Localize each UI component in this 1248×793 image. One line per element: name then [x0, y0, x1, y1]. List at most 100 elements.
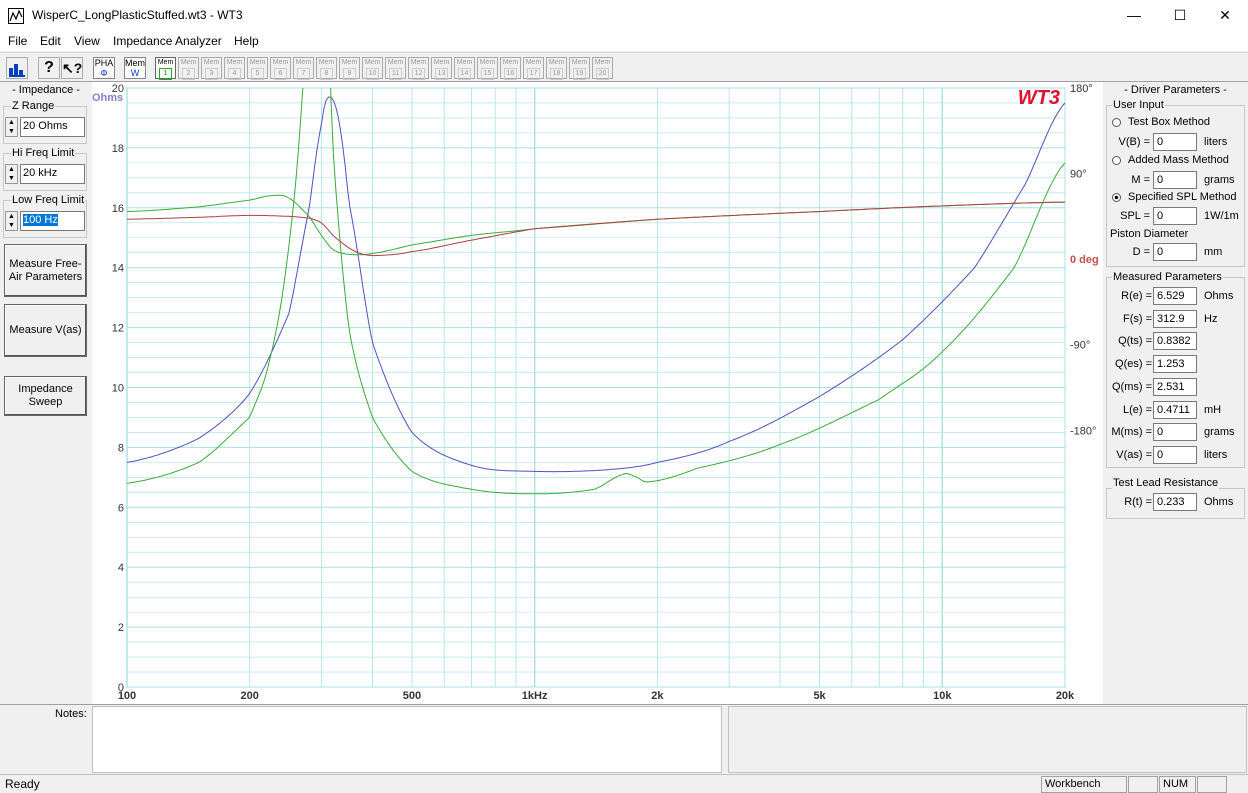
mem-button-19[interactable]: Mem 19 [569, 57, 590, 80]
measured-unit: liters [1204, 448, 1228, 461]
x-tick-label: 100 [118, 690, 136, 702]
measure-free-air-button[interactable]: Measure Free-Air Parameters [4, 244, 87, 297]
measure-vas-button[interactable]: Measure V(as) [4, 304, 87, 357]
d-unit: mm [1204, 246, 1223, 258]
wt3-brand-logo: WT3 [1018, 87, 1060, 109]
low-freq-value: 100 Hz [23, 214, 58, 226]
measured-title: Measured Parameters [1112, 271, 1223, 283]
impedance-panel: - Impedance - Z Range ▲ ▼ 20 Ohms Hi Freq… [0, 82, 92, 704]
mem-number: 8 [320, 68, 333, 80]
mem-w-button[interactable]: Mem W [124, 57, 146, 79]
mem-button-18[interactable]: Mem 18 [546, 57, 567, 80]
mem-button-5[interactable]: Mem 5 [247, 57, 268, 80]
menu-bar: File Edit View Impedance Analyzer Help [0, 31, 1248, 51]
notes-label: Notes: [55, 708, 87, 720]
test-box-radio[interactable] [1112, 118, 1121, 127]
close-button[interactable]: ✕ [1202, 0, 1248, 31]
mem-label: Mem [364, 59, 381, 66]
mem-button-17[interactable]: Mem 17 [523, 57, 544, 80]
mem-number: 19 [573, 68, 586, 80]
mem-button-15[interactable]: Mem 15 [477, 57, 498, 80]
mem-button-10[interactable]: Mem 10 [362, 57, 383, 80]
mem-number: 5 [251, 68, 264, 80]
measured-value[interactable]: 0.4711 [1153, 400, 1197, 419]
mem-button-13[interactable]: Mem 13 [431, 57, 452, 80]
measured-value[interactable]: 2.531 [1153, 377, 1197, 396]
low-freq-label: Low Freq Limit [11, 194, 86, 206]
mem-label: Mem [341, 59, 358, 66]
mem-button-6[interactable]: Mem 6 [270, 57, 291, 80]
mem-button-4[interactable]: Mem 4 [224, 57, 245, 80]
measured-value[interactable]: 6.529 [1153, 287, 1197, 305]
chart-svg: 02468101214161820100 200 500 1kHz 2k 5k 10k 20k… [92, 83, 1099, 702]
mem-button-12[interactable]: Mem 12 [408, 57, 429, 80]
mem-button-8[interactable]: Mem 8 [316, 57, 337, 80]
mem-button-2[interactable]: Mem 2 [178, 57, 199, 80]
mem-number: 14 [458, 68, 471, 80]
bar-chart-icon [9, 64, 25, 77]
chart-icon-button[interactable] [6, 57, 28, 79]
spl-label: SPL = [1120, 210, 1150, 222]
pha-button[interactable]: PHA Φ [93, 57, 115, 79]
mem-button-7[interactable]: Mem 7 [293, 57, 314, 80]
mem-button-3[interactable]: Mem 3 [201, 57, 222, 80]
context-help-icon-button[interactable]: ↖? [61, 57, 83, 79]
vb-field[interactable]: 0 [1153, 133, 1197, 151]
mem-button-14[interactable]: Mem 14 [454, 57, 475, 80]
mem-label: Mem [249, 59, 266, 66]
piston-diameter-label: Piston Diameter [1110, 228, 1189, 240]
mem-label: Mem [157, 59, 174, 66]
measured-value[interactable]: 0 [1153, 445, 1197, 464]
measured-value[interactable]: 0 [1153, 423, 1197, 442]
notes-textarea[interactable] [92, 706, 722, 773]
low-freq-field[interactable]: 100 Hz [20, 211, 85, 231]
measured-label: V(as) = [1116, 448, 1152, 461]
spl-field[interactable]: 0 [1153, 207, 1197, 225]
impedance-chart[interactable]: 0 2 4 6 8 10 12 14 16 18 20 100 200 500 1kHz 2k 5k 10k 20k… [92, 82, 1103, 704]
measured-value[interactable]: 1.253 [1153, 355, 1197, 374]
menu-help[interactable]: Help [234, 34, 259, 48]
rt-field[interactable]: 0.233 [1153, 493, 1197, 511]
y-tick-label: 4 [118, 562, 124, 574]
m-field[interactable]: 0 [1153, 171, 1197, 189]
x-tick-label: 10k [933, 690, 952, 702]
help-icon-button[interactable]: ? [38, 57, 60, 79]
mem-button-9[interactable]: Mem 9 [339, 57, 360, 80]
added-mass-label: Added Mass Method [1128, 154, 1229, 166]
impedance-sweep-button[interactable]: Impedance Sweep [4, 376, 87, 416]
mem-label: Mem [525, 59, 542, 66]
mem-number: 7 [297, 68, 310, 80]
mem-label: Mem [410, 59, 427, 66]
mem-button-20[interactable]: Mem 20 [592, 57, 613, 80]
z-range-spinner[interactable]: ▲ ▼ [5, 117, 18, 137]
d-field[interactable]: 0 [1153, 243, 1197, 261]
hi-freq-field[interactable]: 20 kHz [20, 164, 85, 184]
measured-unit: mH [1204, 403, 1222, 416]
hi-freq-label: Hi Freq Limit [11, 147, 76, 159]
hi-freq-spinner[interactable]: ▲ ▼ [5, 164, 18, 184]
menu-impedance-analyzer[interactable]: Impedance Analyzer [113, 34, 222, 48]
menu-view[interactable]: View [74, 34, 100, 48]
menu-file[interactable]: File [8, 34, 27, 48]
minimize-button[interactable]: — [1111, 0, 1157, 31]
measured-value[interactable]: 312.9 [1153, 309, 1197, 328]
spl-method-label: Specified SPL Method [1128, 191, 1237, 203]
measured-value[interactable]: 0.8382 [1153, 332, 1197, 351]
mem-button-16[interactable]: Mem 16 [500, 57, 521, 80]
z-range-field[interactable]: 20 Ohms [20, 117, 85, 137]
mem-number: 4 [228, 68, 241, 80]
spl-method-radio[interactable] [1112, 193, 1121, 202]
mem-button-1[interactable]: Mem 1 [155, 57, 176, 80]
added-mass-radio[interactable] [1112, 156, 1121, 165]
x-tick-label: 20k [1056, 690, 1075, 702]
phase-tick-label: -90° [1070, 340, 1090, 352]
mem-button-11[interactable]: Mem 11 [385, 57, 406, 80]
low-freq-spinner[interactable]: ▲ ▼ [5, 211, 18, 231]
status-bar: Ready Workbench NUM [0, 774, 1248, 793]
mem-number: 2 [182, 68, 195, 80]
mem-w-sub: W [130, 68, 140, 78]
menu-edit[interactable]: Edit [40, 34, 61, 48]
maximize-button[interactable]: ☐ [1157, 0, 1203, 31]
x-tick-label: 500 [403, 690, 421, 702]
pha-label: PHA [94, 58, 114, 68]
